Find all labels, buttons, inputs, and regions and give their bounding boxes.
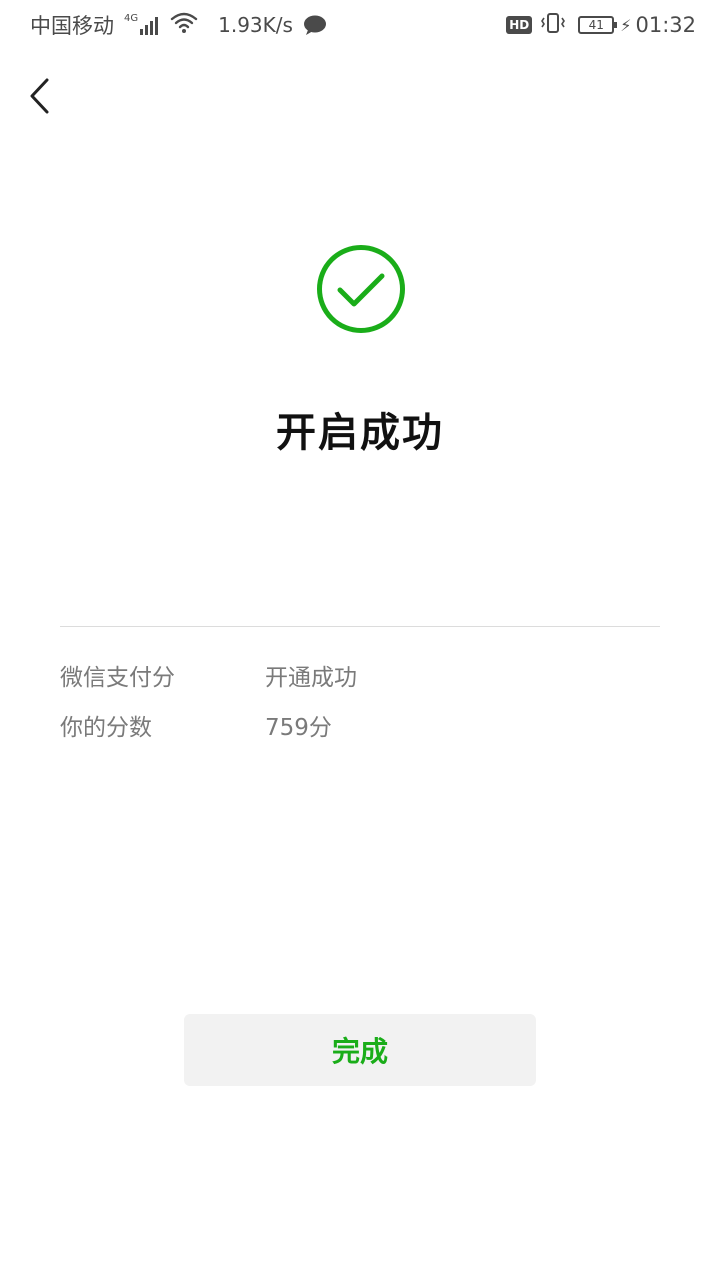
check-circle-icon [317, 245, 405, 333]
message-icon [303, 14, 327, 36]
charging-icon: ⚡ [620, 15, 632, 35]
hd-badge: HD [506, 16, 533, 34]
page-title: 开启成功 [276, 410, 444, 456]
screen: 中国移动 4G 1.93K/s HD 41 ⚡ 01:32 开启成功 微信支付分… [0, 0, 720, 1280]
signal-icon [140, 15, 160, 35]
info-label: 你的分数 [60, 715, 152, 741]
status-left: 中国移动 4G 1.93K/s [30, 10, 337, 40]
network-gen: 4G [124, 12, 139, 24]
divider [60, 626, 660, 627]
carrier-name: 中国移动 [30, 14, 114, 38]
done-button[interactable]: 完成 [184, 1014, 536, 1086]
back-button[interactable] [18, 72, 62, 120]
wifi-icon [170, 12, 198, 39]
vibrate-icon [540, 12, 566, 39]
info-value: 开通成功 [265, 665, 357, 691]
battery-level: 41 [588, 18, 604, 32]
chevron-left-icon [30, 78, 49, 114]
network-speed: 1.93K/s [218, 13, 293, 37]
info-row-payment-score: 微信支付分 开通成功 [60, 655, 660, 695]
info-value: 759分 [265, 715, 332, 741]
clock: 01:32 [635, 13, 696, 37]
battery-icon: 41 [578, 16, 618, 34]
info-label: 微信支付分 [60, 665, 175, 691]
info-row-score: 你的分数 759分 [60, 705, 660, 745]
status-right: HD 41 ⚡ 01:32 [498, 12, 696, 39]
status-bar: 中国移动 4G 1.93K/s HD 41 ⚡ 01:32 [0, 0, 720, 50]
